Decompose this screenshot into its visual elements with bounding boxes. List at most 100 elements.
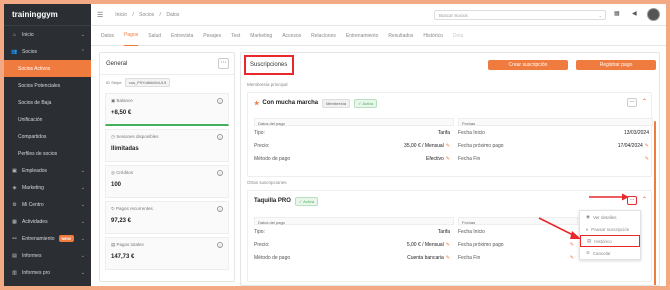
scrollbar[interactable] bbox=[654, 121, 656, 285]
status-badge: ✓ Activa bbox=[294, 196, 319, 206]
column-header: Fechas bbox=[458, 118, 653, 126]
hamburger-menu-icon[interactable]: ☰ bbox=[97, 11, 103, 19]
detail-value: ✎ bbox=[568, 255, 574, 261]
stripe-label: ID Stripe bbox=[106, 80, 122, 85]
detail-value: Efectivo ✎ bbox=[426, 156, 450, 162]
detail-value: ✎ bbox=[568, 242, 574, 248]
sidebar-item-empleados[interactable]: ▣ Empleados ⌄ bbox=[4, 162, 91, 179]
megaphone-icon: ◈ bbox=[12, 184, 17, 191]
stat-label: Balance bbox=[116, 98, 133, 103]
tab-test[interactable]: Test bbox=[231, 26, 240, 46]
tab-entrenamiento[interactable]: Entrenamiento bbox=[346, 26, 379, 46]
gear-icon: ⚙ bbox=[12, 201, 17, 208]
info-icon[interactable]: i bbox=[217, 98, 223, 104]
menu-item-ver-detalles[interactable]: ◉ Ver detalles bbox=[580, 211, 640, 223]
info-icon[interactable]: i bbox=[217, 134, 223, 140]
edit-pencil-icon[interactable]: ✎ bbox=[570, 255, 574, 261]
stripe-id: cus_P9Yu6bkWxUL9 bbox=[124, 78, 171, 87]
payment-data-column: Datos del pago Tipo: Tarifa Precio: 35,00 €… bbox=[254, 118, 454, 165]
edit-pencil-icon[interactable]: ✎ bbox=[446, 143, 450, 149]
sidebar-item-inicio[interactable]: ⌂ Inicio ⌄ bbox=[4, 26, 91, 43]
menu-item-cancelar[interactable]: ⊘ Cancelar bbox=[580, 247, 640, 259]
stat-value: 97,23 € bbox=[111, 218, 132, 224]
tab-entrevista[interactable]: Entrevista bbox=[171, 26, 193, 46]
tab-historico[interactable]: Histórico bbox=[423, 26, 442, 46]
detail-value: Tarifa bbox=[438, 229, 450, 235]
detail-value-text: 13/03/2024 bbox=[623, 129, 649, 136]
other-subscriptions-label: Otras suscripciones bbox=[247, 180, 287, 185]
stat-value: Ilimitadas bbox=[111, 146, 139, 152]
detail-value: 13/03/2024 bbox=[624, 130, 649, 136]
breadcrumb-item[interactable]: Socios bbox=[139, 12, 154, 18]
info-icon[interactable]: i bbox=[217, 170, 223, 176]
calendar-icon[interactable]: ▦ bbox=[614, 10, 620, 17]
subscription-name: Con mucha marcha bbox=[262, 100, 319, 106]
top-bar: ☰ Inicio / Socios / Datos Buscar Socios … bbox=[91, 4, 666, 26]
sidebar-item-socios[interactable]: 👥 Socios ⌃ bbox=[4, 43, 91, 60]
detail-label: Fecha próximo pago bbox=[458, 142, 504, 149]
edit-pencil-icon[interactable]: ✎ bbox=[446, 156, 450, 162]
stat-label: Créditos bbox=[116, 170, 133, 175]
sidebar-item-informes-pro[interactable]: ▥ Informes pro ⌄ bbox=[4, 264, 91, 281]
general-options-button[interactable]: ⋯ bbox=[218, 58, 229, 69]
subscription-options-button[interactable]: ⋯ bbox=[627, 98, 637, 107]
sidebar-subitem-socios-de-baja[interactable]: Socios de Baja bbox=[4, 94, 91, 111]
menu-item-label: Histórico bbox=[594, 238, 612, 244]
tab-resultados[interactable]: Resultados bbox=[388, 26, 413, 46]
search-input[interactable]: Buscar Socios ⌄ bbox=[434, 10, 606, 20]
tab-bar: Datos Pagos Salud Entrevista Pesajes Test Mark… bbox=[91, 26, 666, 46]
detail-label: Tipo: bbox=[254, 228, 265, 235]
user-avatar[interactable] bbox=[647, 8, 660, 21]
chevron-up-icon[interactable]: ⌃ bbox=[642, 98, 647, 105]
menu-item-label: Cancelar bbox=[592, 250, 611, 256]
edit-pencil-icon[interactable]: ✎ bbox=[645, 143, 649, 149]
chevron-up-icon[interactable]: ⌃ bbox=[642, 196, 647, 203]
sidebar-subitem-socios-potenciales[interactable]: Socios Potenciales bbox=[4, 77, 91, 94]
edit-pencil-icon[interactable]: ✎ bbox=[570, 242, 574, 248]
eye-icon: ◉ bbox=[586, 214, 590, 219]
sidebar-subitem-perfiles-de-socios[interactable]: Perfiles de socios bbox=[4, 145, 91, 162]
tab-datos[interactable]: Datos bbox=[101, 26, 114, 46]
stat-value: +8,50 € bbox=[111, 110, 132, 116]
chevron-down-icon: ⌄ bbox=[80, 252, 85, 259]
chevron-down-icon: ⌄ bbox=[80, 167, 85, 174]
info-icon[interactable]: i bbox=[217, 242, 223, 248]
menu-item-historico[interactable]: ▤ Histórico bbox=[580, 235, 640, 247]
megaphone-icon[interactable]: ◀ bbox=[632, 10, 637, 17]
sidebar-item-actividades[interactable]: ▦ Actividades ⌄ bbox=[4, 213, 91, 230]
register-payment-button[interactable]: Registrar pago bbox=[576, 60, 656, 70]
detail-value: ✎ bbox=[643, 156, 649, 162]
info-icon[interactable]: i bbox=[217, 206, 223, 212]
chevron-down-icon: ⌄ bbox=[598, 13, 602, 18]
sidebar-item-entrenamiento[interactable]: ⚯ Entrenamiento NEW ⌄ bbox=[4, 230, 91, 247]
chevron-down-icon: ⌄ bbox=[80, 269, 85, 276]
tab-marketing[interactable]: Marketing bbox=[250, 26, 272, 46]
create-subscription-button[interactable]: Crear suscripción bbox=[488, 60, 568, 70]
tab-pesajes[interactable]: Pesajes bbox=[203, 26, 221, 46]
detail-value-text: Cuenta bancaria bbox=[407, 254, 444, 261]
edit-pencil-icon[interactable]: ✎ bbox=[446, 242, 450, 248]
sidebar-subitem-compartidos[interactable]: Compartidos bbox=[4, 128, 91, 145]
tab-pagos[interactable]: Pagos bbox=[124, 26, 139, 46]
edit-pencil-icon[interactable]: ✎ bbox=[645, 156, 649, 162]
tab-relaciones[interactable]: Relaciones bbox=[311, 26, 336, 46]
stat-card: ▣ Balance +8,50 € i bbox=[105, 93, 229, 126]
menu-item-pausar-suscripcion[interactable]: ⏸ Pausar suscripción bbox=[580, 223, 640, 235]
payment-data-column: Datos del pago Tipo: Tarifa Precio: 5,00 € … bbox=[254, 217, 454, 264]
breadcrumb-separator: / bbox=[132, 11, 134, 18]
sidebar-subitem-socios-activos[interactable]: Socios Activos bbox=[4, 60, 91, 77]
breadcrumb-item[interactable]: Inicio bbox=[115, 12, 127, 18]
edit-pencil-icon[interactable]: ✎ bbox=[446, 255, 450, 261]
detail-value: Cuenta bancaria ✎ bbox=[407, 255, 450, 261]
sidebar-item-informes[interactable]: ▤ Informes ⌄ bbox=[4, 247, 91, 264]
sidebar-subitem-unificacion[interactable]: Unificación bbox=[4, 111, 91, 128]
tab-salud[interactable]: Salud bbox=[148, 26, 161, 46]
detail-row: Fecha Inicio 13/03/2024 bbox=[458, 126, 653, 139]
column-header: Datos del pago bbox=[254, 118, 454, 126]
sidebar-item-mi-centro[interactable]: ⚙ Mi Centro ⌄ bbox=[4, 196, 91, 213]
logo: traininggym bbox=[4, 4, 91, 26]
cancel-icon: ⊘ bbox=[586, 250, 590, 255]
stat-label-row: ▣ Balance bbox=[111, 98, 223, 104]
tab-accesos[interactable]: Accesos bbox=[282, 26, 301, 46]
sidebar-item-marketing[interactable]: ◈ Marketing ⌄ bbox=[4, 179, 91, 196]
